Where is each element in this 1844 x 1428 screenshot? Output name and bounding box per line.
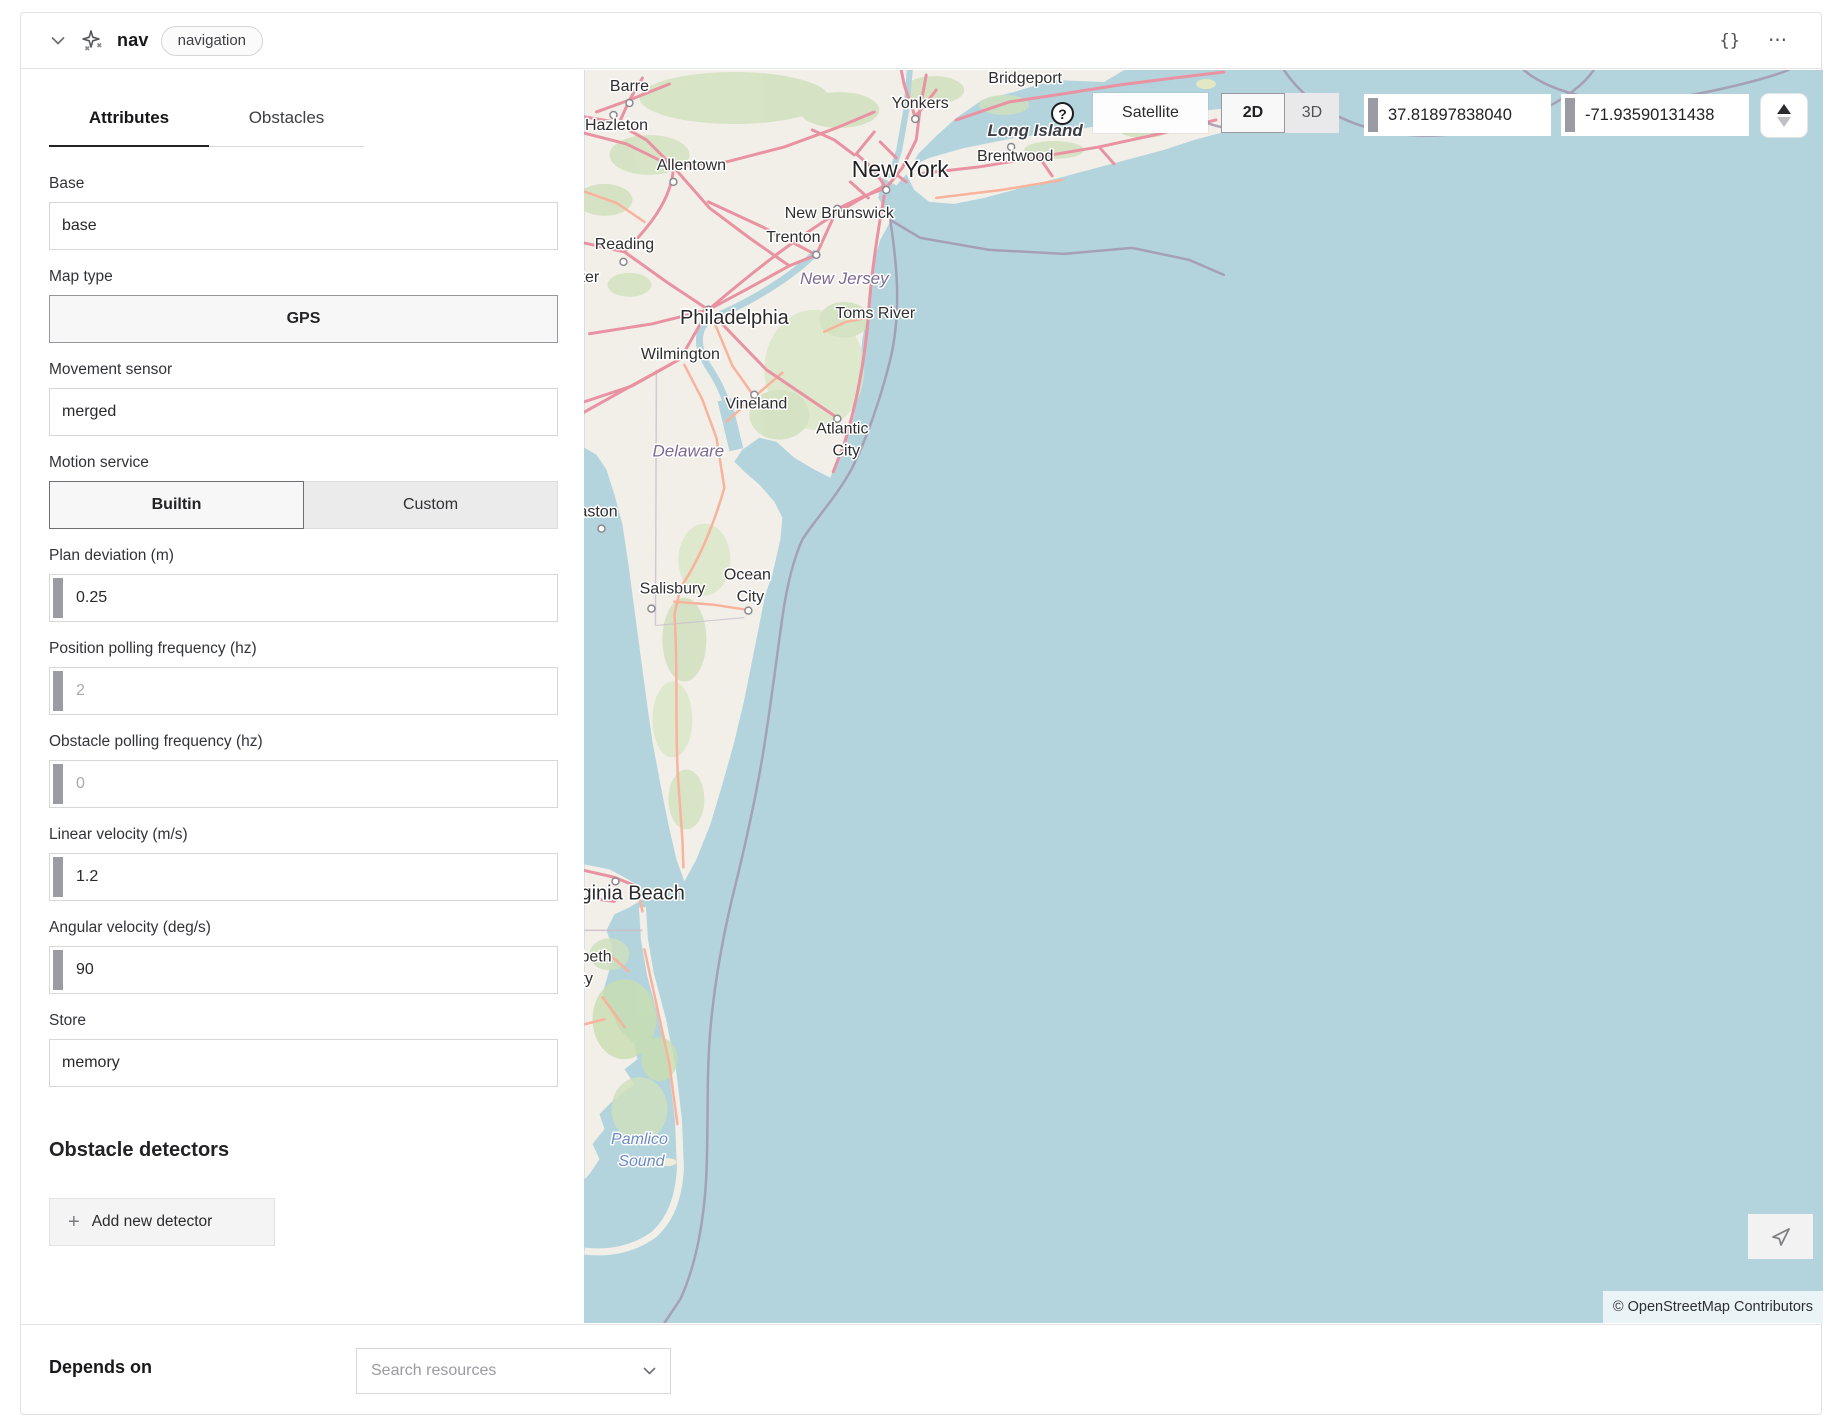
map-label: Allentown bbox=[657, 157, 726, 174]
overflow-menu-icon[interactable]: ⋯ bbox=[1762, 29, 1795, 52]
map-label: Toms River bbox=[835, 305, 916, 322]
map-type-label: Map type bbox=[49, 268, 558, 286]
movement-sensor-label: Movement sensor bbox=[49, 361, 558, 379]
angular-velocity-field bbox=[49, 946, 558, 994]
depends-on-placeholder: Search resources bbox=[371, 1362, 643, 1380]
navigation-service-icon bbox=[81, 29, 105, 53]
store-label: Store bbox=[49, 1012, 558, 1030]
angular-velocity-label: Angular velocity (deg/s) bbox=[49, 919, 558, 937]
movement-sensor-input[interactable] bbox=[50, 389, 557, 435]
longitude-field bbox=[1561, 94, 1749, 136]
service-name: nav bbox=[117, 30, 149, 51]
motion-service-builtin-option[interactable]: Builtin bbox=[49, 481, 304, 529]
map-container: Barre Hazleton Allentown Reading ter New York… bbox=[584, 70, 1823, 1323]
map-label: Trenton bbox=[766, 229, 820, 246]
map-label: Sound bbox=[618, 1153, 665, 1170]
map-help-icon[interactable]: ? bbox=[1051, 102, 1074, 125]
map-label: beth bbox=[584, 948, 612, 965]
motion-service-segmented: Builtin Custom bbox=[49, 481, 558, 529]
locate-arrow-icon bbox=[1769, 1225, 1793, 1249]
plan-deviation-field bbox=[49, 574, 558, 622]
angular-velocity-input[interactable] bbox=[50, 947, 557, 993]
attributes-panel: Attributes Obstacles Base Map type GPS M… bbox=[21, 70, 584, 1323]
panel-tabs: Attributes Obstacles bbox=[49, 108, 558, 147]
obstacle-polling-label: Obstacle polling frequency (hz) bbox=[49, 733, 558, 751]
stepper-up-icon[interactable] bbox=[1777, 104, 1791, 114]
stepper-down-icon[interactable] bbox=[1777, 117, 1791, 127]
map-label: Pamlico bbox=[611, 1131, 668, 1148]
latitude-input[interactable] bbox=[1364, 94, 1551, 136]
map-label: Wilmington bbox=[641, 346, 720, 363]
map-label: ginia Beach bbox=[584, 882, 685, 904]
store-input[interactable] bbox=[50, 1040, 557, 1086]
plus-icon: + bbox=[68, 1212, 80, 1232]
map-label: New Brunswick bbox=[785, 205, 894, 222]
chevron-down-icon bbox=[643, 1367, 656, 1375]
map-label: City bbox=[737, 589, 765, 606]
base-label: Base bbox=[49, 175, 558, 193]
satellite-toggle-button[interactable]: Satellite bbox=[1093, 93, 1208, 133]
latitude-field bbox=[1364, 94, 1551, 136]
locate-button[interactable] bbox=[1748, 1214, 1813, 1259]
depends-on-select[interactable]: Search resources bbox=[356, 1348, 671, 1394]
service-type-badge: navigation bbox=[161, 26, 263, 56]
add-detector-button[interactable]: + Add new detector bbox=[49, 1198, 275, 1246]
linear-velocity-field bbox=[49, 853, 558, 901]
view-3d-button[interactable]: 3D bbox=[1285, 93, 1339, 133]
position-polling-field bbox=[49, 667, 558, 715]
linear-velocity-input[interactable] bbox=[50, 854, 557, 900]
linear-velocity-label: Linear velocity (m/s) bbox=[49, 826, 558, 844]
map-label: ty bbox=[584, 970, 593, 987]
movement-sensor-field bbox=[49, 388, 558, 436]
map-attribution: © OpenStreetMap Contributors bbox=[1603, 1291, 1823, 1323]
motion-service-label: Motion service bbox=[49, 454, 558, 472]
map-label: Barre bbox=[610, 78, 649, 95]
base-field bbox=[49, 202, 558, 250]
map-label: Salisbury bbox=[640, 581, 706, 598]
obstacle-polling-field bbox=[49, 760, 558, 808]
map-label: Bridgeport bbox=[988, 70, 1062, 87]
map-label: Hazleton bbox=[585, 117, 648, 134]
obstacle-detectors-heading: Obstacle detectors bbox=[49, 1139, 558, 1162]
map-label: Reading bbox=[595, 236, 655, 253]
collapse-chevron-icon[interactable] bbox=[47, 30, 69, 52]
store-field bbox=[49, 1039, 558, 1087]
map-type-gps-button[interactable]: GPS bbox=[49, 295, 558, 343]
depends-on-label: Depends on bbox=[49, 1357, 152, 1378]
map-label: Long Island bbox=[988, 121, 1084, 140]
json-mode-icon[interactable]: {} bbox=[1710, 31, 1750, 51]
page: nav navigation {} ⋯ Attributes Obstacles… bbox=[0, 0, 1844, 1428]
plan-deviation-input[interactable] bbox=[50, 575, 557, 621]
obstacle-polling-input[interactable] bbox=[50, 761, 557, 807]
map-label: New Jersey bbox=[800, 269, 890, 288]
map-label: Vineland bbox=[725, 396, 787, 413]
map-label: Atlantic bbox=[816, 421, 868, 438]
view-2d-button[interactable]: 2D bbox=[1221, 93, 1285, 133]
map-label: Yonkers bbox=[892, 95, 949, 112]
map-label: ter bbox=[584, 269, 600, 286]
tab-attributes[interactable]: Attributes bbox=[49, 108, 209, 147]
depends-on-section: Depends on Search resources bbox=[21, 1324, 1821, 1415]
map-label: City bbox=[833, 443, 861, 460]
card-header: nav navigation {} ⋯ bbox=[21, 13, 1821, 69]
map-label: aston bbox=[584, 504, 618, 521]
position-polling-input[interactable] bbox=[50, 668, 557, 714]
position-polling-label: Position polling frequency (hz) bbox=[49, 640, 558, 658]
base-input[interactable] bbox=[50, 203, 557, 249]
motion-service-custom-option[interactable]: Custom bbox=[304, 481, 558, 529]
add-detector-label: Add new detector bbox=[92, 1213, 213, 1231]
coordinate-stepper[interactable] bbox=[1760, 93, 1808, 138]
map-canvas[interactable]: Barre Hazleton Allentown Reading ter New York… bbox=[584, 70, 1823, 1323]
navigation-service-card: nav navigation {} ⋯ Attributes Obstacles… bbox=[20, 12, 1822, 1415]
plan-deviation-label: Plan deviation (m) bbox=[49, 547, 558, 565]
map-label: Brentwood bbox=[977, 148, 1053, 165]
map-shoal bbox=[1196, 79, 1216, 89]
map-label: New York bbox=[852, 156, 950, 182]
tab-obstacles[interactable]: Obstacles bbox=[209, 108, 364, 147]
map-label: Ocean bbox=[724, 567, 771, 584]
map-label: Philadelphia bbox=[680, 307, 790, 329]
map-label: Delaware bbox=[653, 442, 725, 461]
longitude-input[interactable] bbox=[1561, 94, 1749, 136]
